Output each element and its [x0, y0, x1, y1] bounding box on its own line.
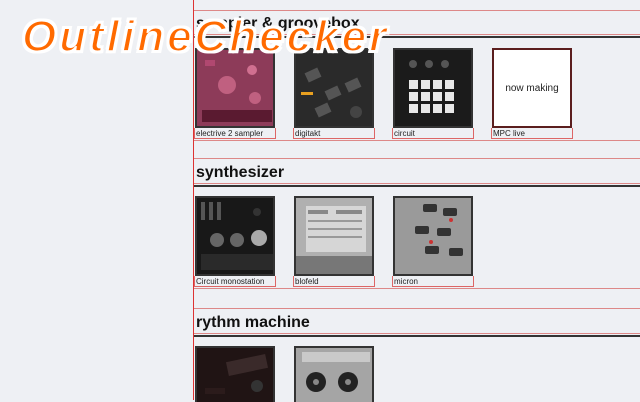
section-title-synthesizer: synthesizer: [196, 164, 285, 181]
circuit-photo-icon: [395, 50, 471, 126]
section-outline: [194, 158, 640, 159]
caption-electribe[interactable]: electrive 2 sampler: [194, 128, 276, 139]
caption-mpc-live[interactable]: MPC live: [491, 128, 573, 139]
rhythm-machine-1-photo-icon: [197, 348, 273, 402]
caption-blofeld[interactable]: blofeld: [293, 276, 375, 287]
circuit-monostation-photo-icon: [197, 198, 273, 274]
section-underline: [194, 185, 640, 187]
product-thumb-circuit[interactable]: [393, 48, 473, 128]
app-title-logo: OutlineChecker: [21, 11, 390, 62]
caption-micron[interactable]: micron: [392, 276, 474, 287]
caption-digitakt[interactable]: digitakt: [293, 128, 375, 139]
section-underline: [194, 335, 640, 337]
micron-photo-icon: [395, 198, 471, 274]
section-outline: [194, 140, 640, 141]
blofeld-photo-icon: [296, 198, 372, 274]
section-outline: [194, 308, 640, 309]
section-title-rythm-machine: rythm machine: [196, 314, 310, 331]
caption-circuit[interactable]: circuit: [392, 128, 474, 139]
product-thumb-monostation[interactable]: [195, 196, 275, 276]
section-outline: [194, 333, 640, 334]
product-thumb-micron[interactable]: [393, 196, 473, 276]
product-thumb-mpc-live[interactable]: now making: [492, 48, 572, 128]
rhythm-machine-2-photo-icon: [296, 348, 372, 402]
product-thumb-rhythm-1[interactable]: [195, 346, 275, 402]
product-thumb-blofeld[interactable]: [294, 196, 374, 276]
section-outline: [194, 10, 640, 11]
caption-monostation[interactable]: Circuit monostation: [194, 276, 276, 287]
section-outline: [194, 288, 640, 289]
section-outline: [194, 183, 640, 184]
placeholder-text: now making: [505, 82, 559, 94]
product-thumb-rhythm-2[interactable]: [294, 346, 374, 402]
